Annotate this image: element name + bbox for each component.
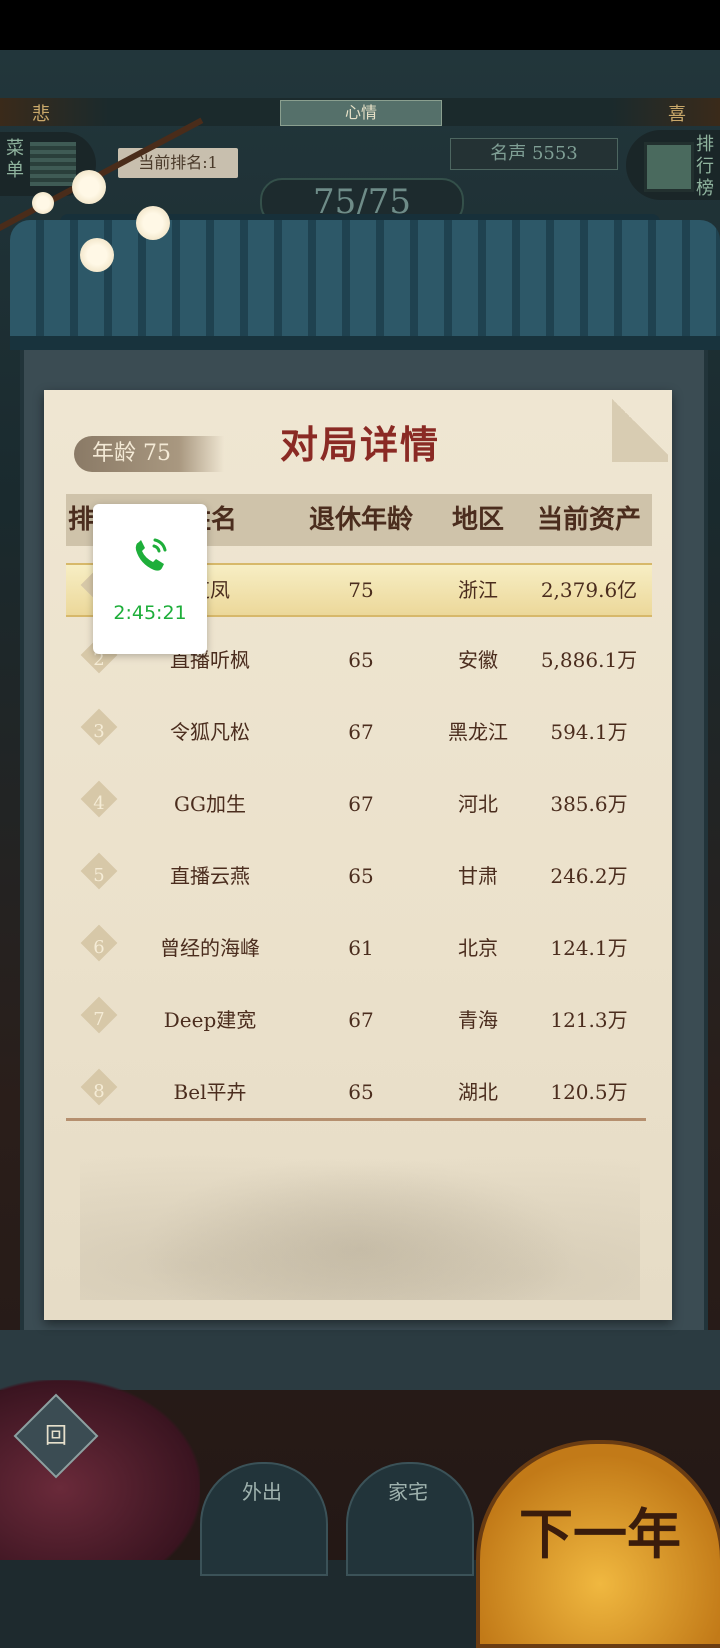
menu-icon: [30, 142, 76, 186]
cell-assets: 5,886.1万: [540, 648, 638, 672]
table-row: 7 Deep建宽 67 青海 121.3万: [66, 995, 652, 1045]
back-label: 回: [44, 1424, 67, 1449]
cell-retire-age: 61: [348, 936, 374, 960]
rank-number: 5: [93, 865, 105, 886]
magnolia-flower-icon: [136, 206, 170, 240]
cell-region: 浙江: [458, 578, 498, 602]
rank-number: 6: [93, 937, 105, 958]
cell-retire-age: 67: [348, 1008, 374, 1032]
cell-assets: 594.1万: [550, 720, 628, 744]
header-assets: 当前资产: [536, 505, 641, 535]
mood-happy-label: 喜: [668, 104, 686, 125]
cell-assets: 124.1万: [550, 936, 628, 960]
phone-icon: [135, 538, 167, 571]
cell-region: 甘肃: [458, 864, 498, 888]
rank-number: 7: [93, 1009, 105, 1030]
mood-sad-label: 悲: [32, 104, 50, 125]
cell-retire-age: 67: [348, 720, 374, 744]
rank-number: 3: [93, 721, 105, 742]
status-bar: [0, 0, 720, 50]
fame-chip: 名声 5553: [450, 138, 618, 170]
paper-fold: [612, 392, 668, 462]
go-out-label: 外出: [242, 1480, 282, 1504]
cell-assets: 246.2万: [550, 864, 628, 888]
header-region: 地区: [451, 505, 504, 535]
menu-label: 菜单: [6, 138, 24, 181]
cell-retire-age: 65: [348, 864, 374, 888]
call-duration: 2:45:21: [113, 602, 187, 624]
next-year-label: 下一年: [519, 1502, 681, 1566]
cell-retire-age: 75: [348, 578, 374, 602]
cell-assets: 121.3万: [550, 1008, 628, 1032]
magnolia-flower-icon: [72, 170, 106, 204]
cell-assets: 2,379.6亿: [540, 578, 638, 602]
cell-name: 直播云燕: [170, 864, 250, 888]
cell-name: Deep建宽: [163, 1008, 257, 1032]
table-row: 8 Bel平卉 65 湖北 120.5万: [66, 1067, 652, 1117]
pavilion-roof: [10, 220, 720, 350]
cell-region: 河北: [458, 792, 498, 816]
rankboard-icon: [644, 142, 694, 192]
cell-name: Bel平卉: [173, 1080, 247, 1104]
cell-retire-age: 65: [348, 1080, 374, 1104]
home-label: 家宅: [388, 1480, 428, 1504]
header-retire-age: 退休年龄: [308, 505, 413, 535]
character-figure: [0, 1380, 200, 1560]
ink-mountains-decoration: [80, 1130, 640, 1300]
cell-assets: 385.6万: [550, 792, 628, 816]
rank-number: 4: [93, 793, 105, 814]
panel-title: 对局详情: [279, 422, 440, 467]
magnolia-bud-icon: [32, 192, 54, 214]
cell-region: 黑龙江: [448, 720, 508, 744]
table-row: 3 令狐凡松 67 黑龙江 594.1万: [66, 707, 652, 757]
table-row: 4 GG加生 67 河北 385.6万: [66, 779, 652, 829]
cell-region: 北京: [458, 936, 498, 960]
cell-assets: 120.5万: [550, 1080, 628, 1104]
cell-region: 青海: [458, 1008, 498, 1032]
cell-name: GG加生: [174, 792, 246, 816]
magnolia-flower-icon: [80, 238, 114, 272]
age-tag: 年龄 75: [74, 436, 224, 472]
cell-retire-age: 65: [348, 648, 374, 672]
table-row: 5 直播云燕 65 甘肃 246.2万: [66, 851, 652, 901]
mood-label: 心情: [280, 100, 442, 126]
table-bottom-line: [66, 1118, 646, 1121]
cell-region: 湖北: [458, 1080, 498, 1104]
rankboard-label: 排行榜: [696, 134, 714, 199]
rank-number: 8: [93, 1081, 105, 1102]
cell-name: 令狐凡松: [170, 720, 250, 744]
cell-retire-age: 67: [348, 792, 374, 816]
cell-region: 安徽: [458, 648, 498, 672]
table-row: 6 曾经的海峰 61 北京 124.1万: [66, 923, 652, 973]
cell-name: 曾经的海峰: [160, 936, 260, 960]
